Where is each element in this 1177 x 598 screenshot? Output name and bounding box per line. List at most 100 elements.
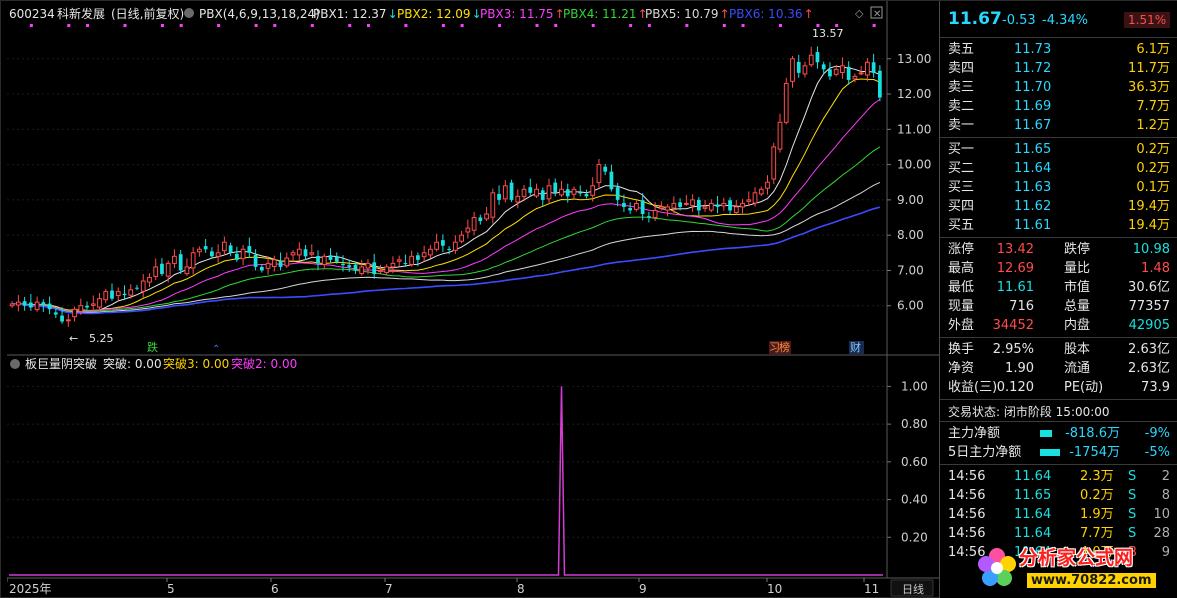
candle[interactable] xyxy=(828,69,832,77)
candle[interactable] xyxy=(603,166,608,172)
candle[interactable] xyxy=(122,293,127,296)
bid-row[interactable]: 买二 11.64 0.2万 xyxy=(940,159,1177,178)
candle[interactable] xyxy=(215,252,221,257)
candle[interactable] xyxy=(290,252,296,256)
candle[interactable] xyxy=(103,291,109,301)
candle[interactable] xyxy=(546,185,552,200)
candle[interactable] xyxy=(372,262,377,274)
candle[interactable] xyxy=(690,199,695,207)
ask-row[interactable]: 卖五 11.73 6.1万 xyxy=(940,40,1177,59)
candle[interactable] xyxy=(265,262,271,269)
candle[interactable] xyxy=(521,188,527,197)
candle[interactable] xyxy=(97,298,102,308)
candle[interactable] xyxy=(571,188,577,195)
candle[interactable] xyxy=(721,202,727,207)
candle[interactable] xyxy=(359,266,365,275)
candle[interactable] xyxy=(259,266,264,271)
candle[interactable] xyxy=(365,262,371,269)
candle[interactable] xyxy=(652,209,658,219)
period-button-label[interactable]: 日线 xyxy=(902,582,924,596)
candle[interactable] xyxy=(65,319,71,322)
candle[interactable] xyxy=(534,188,539,197)
candle[interactable] xyxy=(190,252,196,269)
candle[interactable] xyxy=(234,253,239,260)
candle[interactable] xyxy=(790,58,795,82)
candle[interactable] xyxy=(622,203,626,207)
candle[interactable] xyxy=(278,260,283,267)
candle[interactable] xyxy=(740,202,745,208)
bid-row[interactable]: 买五 11.61 19.4万 xyxy=(940,216,1177,235)
candle[interactable] xyxy=(41,302,46,306)
candle[interactable] xyxy=(728,200,732,211)
candle[interactable] xyxy=(540,190,545,200)
candle[interactable] xyxy=(284,257,290,267)
candle[interactable] xyxy=(634,202,639,210)
candle[interactable] xyxy=(596,164,602,184)
candle[interactable] xyxy=(565,189,570,197)
candle[interactable] xyxy=(172,255,177,264)
candle[interactable] xyxy=(53,312,58,315)
candle[interactable] xyxy=(802,65,808,75)
bid-row[interactable]: 买三 11.63 0.1万 xyxy=(940,178,1177,197)
candle[interactable] xyxy=(808,54,814,66)
candle[interactable] xyxy=(578,192,583,194)
candle[interactable] xyxy=(390,262,396,268)
candle[interactable] xyxy=(665,206,670,211)
candle[interactable] xyxy=(465,227,471,233)
candle[interactable] xyxy=(821,64,826,70)
candle[interactable] xyxy=(60,315,64,322)
candle[interactable] xyxy=(659,206,664,209)
candle[interactable] xyxy=(609,171,614,190)
candle[interactable] xyxy=(758,188,764,195)
candle[interactable] xyxy=(240,248,246,260)
candle[interactable] xyxy=(184,266,190,275)
candle[interactable] xyxy=(771,146,777,180)
ask-row[interactable]: 卖三 11.70 36.3万 xyxy=(940,78,1177,97)
candle[interactable] xyxy=(846,66,851,80)
candle[interactable] xyxy=(409,255,415,265)
candle[interactable] xyxy=(490,192,496,218)
candle[interactable] xyxy=(497,193,501,200)
candle[interactable] xyxy=(702,206,708,209)
candle[interactable] xyxy=(509,182,514,200)
candlesticks[interactable] xyxy=(9,46,882,327)
candle[interactable] xyxy=(590,185,596,196)
candle[interactable] xyxy=(210,251,214,257)
candle[interactable] xyxy=(9,303,15,307)
candle[interactable] xyxy=(628,207,633,211)
ask-row[interactable]: 卖二 11.69 7.7万 xyxy=(940,97,1177,116)
candle[interactable] xyxy=(733,206,739,214)
candle[interactable] xyxy=(515,195,521,203)
candle[interactable] xyxy=(683,202,689,205)
candle[interactable] xyxy=(110,290,114,299)
candle[interactable] xyxy=(871,62,876,73)
chart-area[interactable]: 600234 科新发展 (日线,前复权) PBX(4,6,9,13,18,24)… xyxy=(6,1,939,598)
candle[interactable] xyxy=(90,303,96,306)
candle[interactable] xyxy=(777,121,783,150)
candle[interactable] xyxy=(316,255,320,264)
candle[interactable] xyxy=(471,217,477,231)
candle[interactable] xyxy=(878,70,882,98)
candle[interactable] xyxy=(484,213,489,220)
candle[interactable] xyxy=(852,75,858,80)
candle[interactable] xyxy=(47,303,52,310)
candle[interactable] xyxy=(715,204,720,207)
candle[interactable] xyxy=(178,254,183,271)
candle[interactable] xyxy=(584,193,589,197)
candle[interactable] xyxy=(452,241,458,251)
candle[interactable] xyxy=(303,249,308,257)
candle[interactable] xyxy=(765,181,770,189)
candle[interactable] xyxy=(615,187,620,200)
die-marker[interactable]: 跌 xyxy=(147,340,158,354)
candle[interactable] xyxy=(22,301,27,306)
candle[interactable] xyxy=(222,241,227,252)
candle[interactable] xyxy=(708,202,714,211)
kline-chart-svg[interactable]: 600234 科新发展 (日线,前复权) PBX(4,6,9,13,18,24)… xyxy=(6,1,939,598)
candle[interactable] xyxy=(15,301,21,306)
bid-row[interactable]: 买一 11.65 0.2万 xyxy=(940,140,1177,159)
bid-row[interactable]: 买四 11.62 19.4万 xyxy=(940,197,1177,216)
candle[interactable] xyxy=(34,301,40,311)
candle[interactable] xyxy=(478,217,483,222)
candle[interactable] xyxy=(253,254,258,267)
candle[interactable] xyxy=(72,308,77,318)
